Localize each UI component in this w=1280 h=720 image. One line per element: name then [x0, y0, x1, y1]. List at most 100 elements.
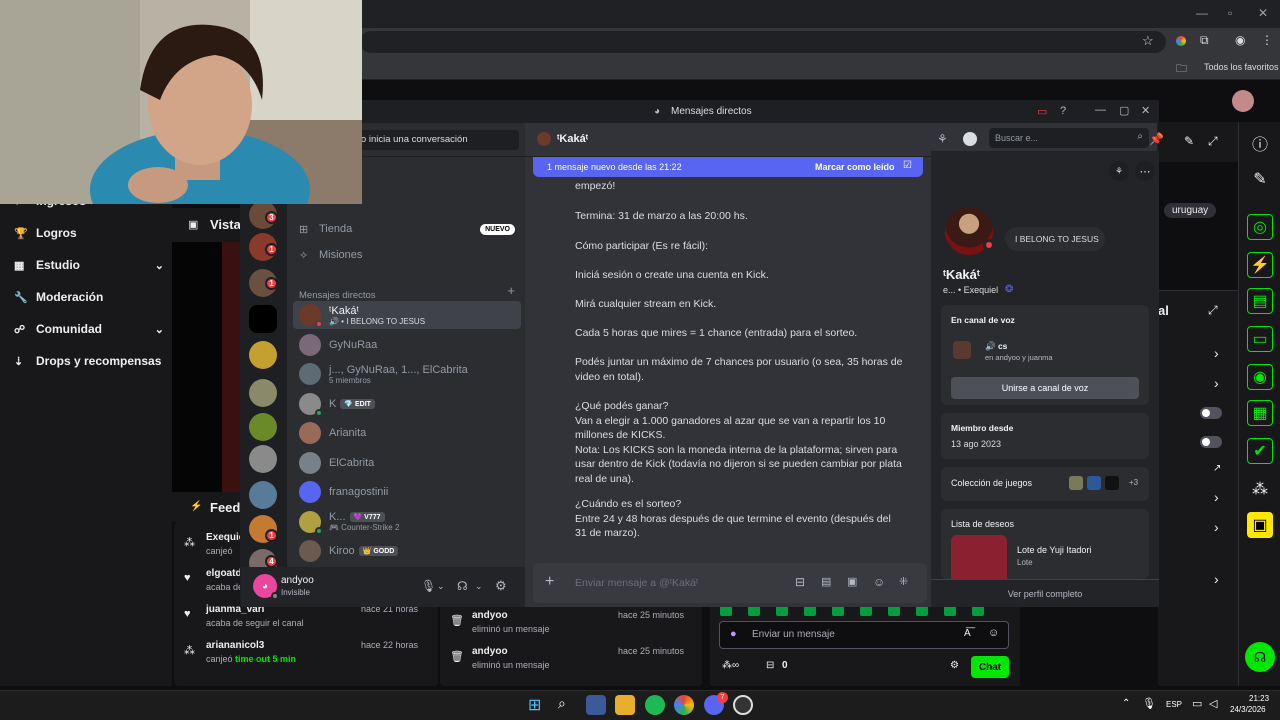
wishlist-item-image[interactable]: [951, 535, 1007, 579]
channel-points-icon[interactable]: ⁂: [1247, 476, 1273, 502]
twitch-chat-input[interactable]: ● Enviar un mensaje A͞ ☺: [719, 621, 1009, 649]
microphone-icon[interactable]: 🎙: [421, 579, 436, 593]
server-icon[interactable]: [249, 413, 277, 441]
pencil-icon[interactable]: ✎: [1184, 134, 1194, 148]
add-friend-icon[interactable]: ⚘: [1109, 161, 1129, 181]
language-indicator[interactable]: ESP: [1166, 700, 1182, 709]
chevron-down-icon[interactable]: ⌄: [475, 581, 483, 592]
feed-username[interactable]: andyoo: [472, 646, 550, 657]
dm-item[interactable]: GyNuRaa: [293, 331, 521, 359]
spotify-icon[interactable]: [645, 695, 665, 715]
chevron-down-icon[interactable]: ⌄: [437, 581, 445, 592]
dm-item[interactable]: Kiroo 👑 GODD: [293, 537, 521, 565]
tag-uruguay[interactable]: uruguay: [1164, 203, 1217, 218]
discord-taskbar-icon[interactable]: 7: [704, 692, 728, 715]
target-icon[interactable]: ◎: [1247, 214, 1273, 240]
windows-start-icon[interactable]: ⊞: [528, 695, 548, 715]
profile-icon[interactable]: ◉: [1235, 33, 1245, 47]
feed-username[interactable]: elgoatd: [206, 568, 243, 579]
channel-points-icon[interactable]: ⁂∞: [722, 660, 739, 671]
gif-icon[interactable]: ▤: [821, 575, 831, 588]
settings-icon[interactable]: ⚙: [950, 660, 959, 671]
apps-icon[interactable]: ⁜: [899, 575, 908, 588]
file-explorer-icon[interactable]: [615, 695, 635, 715]
chevron-right-icon[interactable]: ›: [1214, 489, 1219, 505]
microphone-icon[interactable]: ●: [730, 628, 737, 640]
popout-icon[interactable]: ⤢: [1208, 303, 1218, 318]
info-icon[interactable]: ⓘ: [1247, 130, 1273, 156]
dm-search-input[interactable]: Buscar e... ⌕: [989, 128, 1149, 148]
popout-icon[interactable]: ⤢: [1208, 134, 1218, 149]
feed-username[interactable]: andyoo: [472, 610, 550, 621]
more-options-icon[interactable]: ⋯: [1135, 161, 1155, 181]
missions-item[interactable]: ✧ Misiones: [293, 243, 521, 267]
settings-gear-icon[interactable]: ⚙: [495, 578, 507, 594]
shop-item[interactable]: ⊞ Tienda NUEVO: [293, 217, 521, 241]
translate-icon[interactable]: A͞: [964, 628, 971, 639]
dm-item[interactable]: franagostinii: [293, 478, 521, 506]
dm-item[interactable]: j..., GyNuRaa, 1..., ElCabrita 5 miembros: [293, 360, 521, 388]
chevron-right-icon[interactable]: ›: [1214, 571, 1219, 587]
restore-icon[interactable]: ▫: [1228, 6, 1232, 20]
nav-item-logros[interactable]: 🏆 Logros: [14, 226, 164, 240]
star-icon[interactable]: ☆: [1142, 33, 1154, 49]
view-full-profile-button[interactable]: Ver perfil completo: [931, 579, 1159, 607]
games-card[interactable]: Colección de juegos +3: [941, 467, 1149, 501]
clock-time[interactable]: 21:23: [1249, 694, 1269, 703]
new-message-banner[interactable]: 1 mensaje nuevo desde las 21:22 Marcar c…: [533, 157, 923, 177]
join-voice-button[interactable]: Unirse a canal de voz: [951, 377, 1139, 399]
broadcast-icon[interactable]: ◉: [1247, 364, 1273, 390]
help-icon[interactable]: ?: [1060, 105, 1066, 117]
dm-item[interactable]: K... 💜 V777 🎮 Counter-Strike 2: [293, 508, 521, 536]
add-attachment-icon[interactable]: +: [545, 573, 554, 591]
server-icon[interactable]: [249, 305, 277, 333]
clock-date[interactable]: 24/3/2026: [1230, 705, 1266, 714]
volume-icon[interactable]: ◁: [1209, 697, 1217, 710]
chevron-down-icon[interactable]: ⌄: [155, 323, 164, 336]
bookmarks-label[interactable]: Todos los favoritos: [1204, 62, 1279, 72]
store-icon[interactable]: [586, 695, 606, 715]
search-icon[interactable]: ⌕: [558, 695, 578, 715]
emoji-icon[interactable]: ☺: [873, 575, 885, 589]
minimize-icon[interactable]: —: [1196, 6, 1208, 20]
chat-bubble-icon[interactable]: ▭: [1247, 326, 1273, 352]
network-icon[interactable]: ▭: [1192, 697, 1202, 710]
close-icon[interactable]: ✕: [1258, 6, 1268, 20]
chevron-right-icon[interactable]: ›: [1214, 375, 1219, 391]
add-friend-icon[interactable]: ⚘: [937, 132, 948, 146]
server-icon[interactable]: [249, 445, 277, 473]
emoji-icon[interactable]: ☺: [988, 627, 999, 639]
dm-item[interactable]: ᵗKakáᵗ 🔊 • I BELONG TO JESUS: [293, 301, 521, 329]
wishlist-item-name[interactable]: Lote de Yuji Itadori: [1017, 545, 1091, 555]
chrome-icon[interactable]: [674, 695, 694, 715]
chevron-right-icon[interactable]: ›: [1214, 519, 1219, 535]
nav-item-drops-y-recompensas[interactable]: ⇣ Drops y recompensas: [14, 354, 164, 368]
chat-send-button[interactable]: Chat: [971, 656, 1009, 678]
chevron-down-icon[interactable]: ⌄: [155, 259, 164, 272]
inbox-icon[interactable]: ▭: [1037, 105, 1047, 118]
minimize-icon[interactable]: —: [1095, 104, 1106, 116]
user-avatar[interactable]: ◕: [253, 574, 279, 600]
chevron-right-icon[interactable]: ›: [1214, 345, 1219, 361]
extension-icon[interactable]: [1176, 36, 1186, 46]
pin-icon[interactable]: 📌: [1149, 132, 1164, 146]
server-icon[interactable]: [249, 481, 277, 509]
profile-toggle-icon[interactable]: [963, 132, 977, 146]
gift-icon[interactable]: ⊟: [766, 660, 774, 671]
feed-username[interactable]: ariananicol3: [206, 640, 296, 651]
gift-icon[interactable]: ⊟: [795, 575, 805, 589]
dm-header-name[interactable]: ᵗKakáᵗ: [557, 133, 588, 145]
app-icon[interactable]: [733, 695, 753, 715]
nav-item-moderación[interactable]: 🔧 Moderación: [14, 290, 164, 304]
pencil-icon[interactable]: ✎: [1247, 166, 1273, 192]
chevron-up-icon[interactable]: ⌃: [1122, 698, 1130, 709]
toggle-switch[interactable]: [1200, 436, 1222, 448]
help-icon[interactable]: ☊: [1245, 642, 1275, 672]
maximize-icon[interactable]: ▢: [1119, 104, 1129, 117]
dm-item[interactable]: K 💎 EDIT: [293, 390, 521, 418]
nav-item-estudio[interactable]: ▦ Estudio ⌄: [14, 258, 164, 272]
headphones-icon[interactable]: ☊: [457, 579, 468, 593]
dm-item[interactable]: Arianita: [293, 419, 521, 447]
mark-read-button[interactable]: Marcar como leído: [815, 162, 895, 172]
profile-avatar[interactable]: [941, 203, 997, 259]
